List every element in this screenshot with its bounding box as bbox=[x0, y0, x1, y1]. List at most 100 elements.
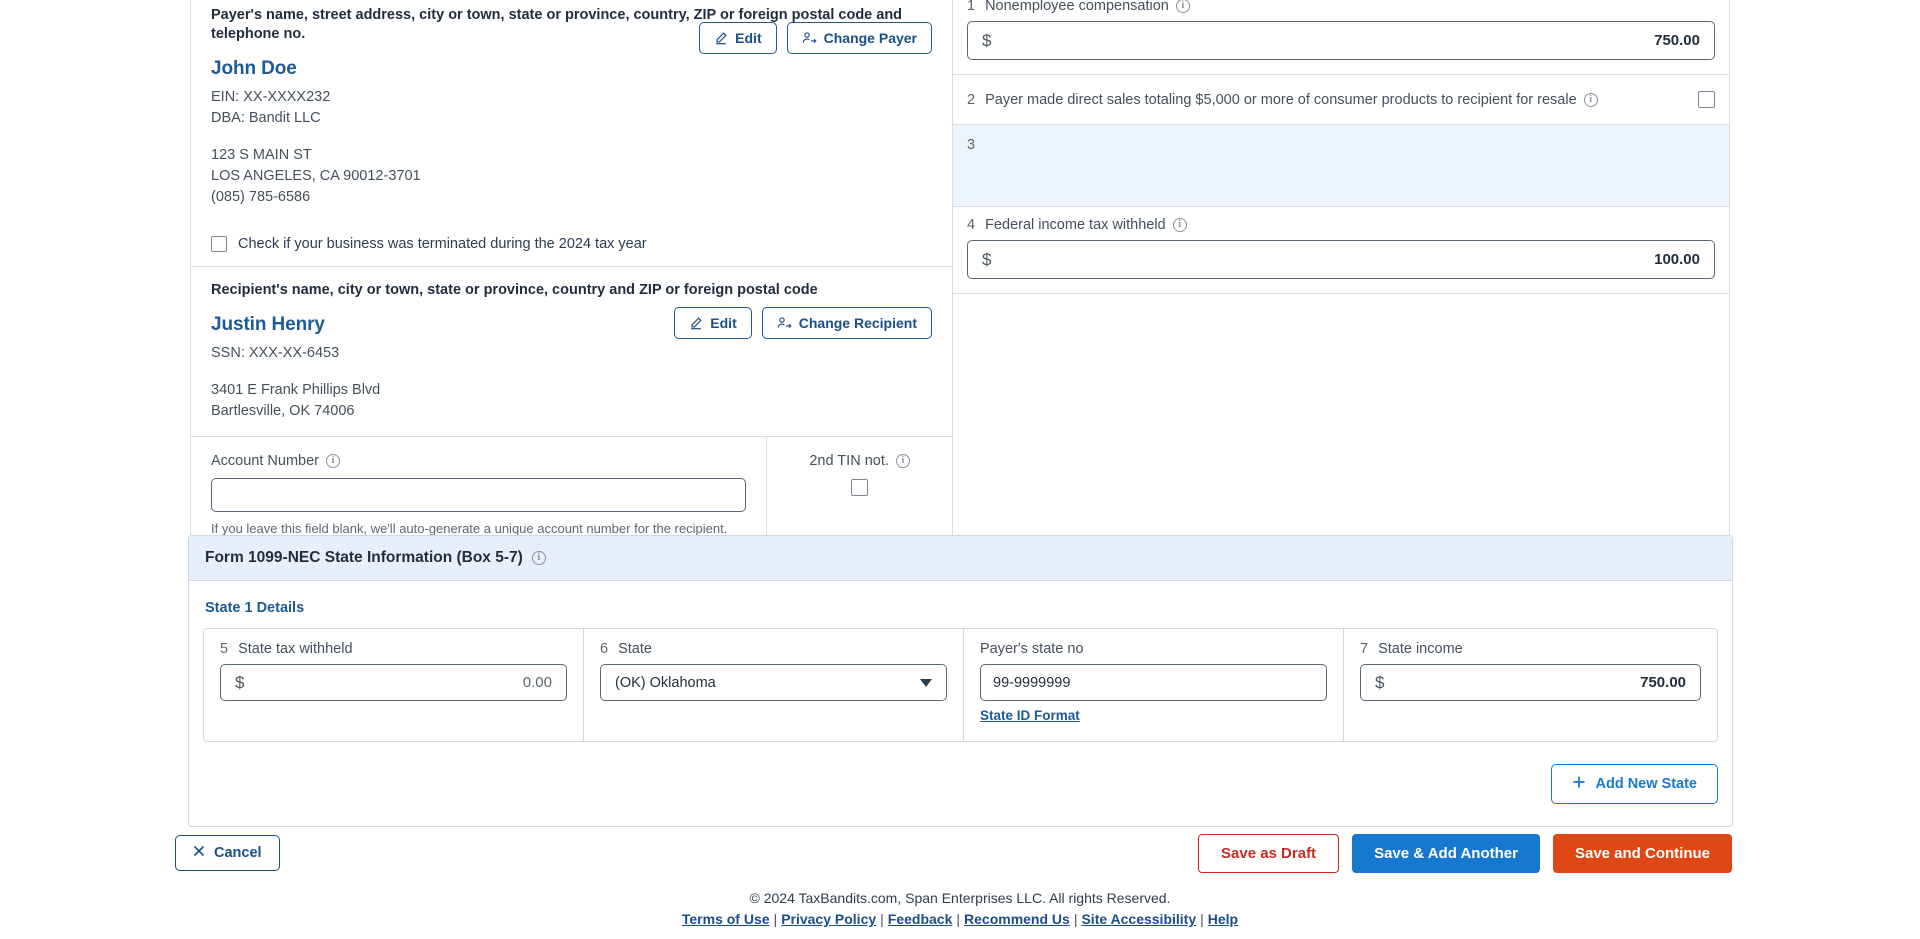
info-icon[interactable]: i bbox=[1583, 92, 1598, 107]
box5-input[interactable]: $ 0.00 bbox=[220, 664, 567, 701]
info-icon[interactable]: i bbox=[1175, 0, 1190, 13]
box3-block: 3 bbox=[953, 125, 1729, 207]
state-select[interactable]: (OK) Oklahoma bbox=[600, 664, 947, 701]
box6-label-row: 6 State bbox=[600, 641, 947, 657]
save-as-draft-button[interactable]: Save as Draft bbox=[1198, 834, 1340, 873]
footer-link-help[interactable]: Help bbox=[1208, 911, 1238, 927]
payer-actions: Edit Change Payer bbox=[699, 22, 932, 54]
second-tin-checkbox[interactable] bbox=[851, 478, 869, 496]
edit-recipient-label: Edit bbox=[710, 314, 737, 331]
payer-state-no-input[interactable] bbox=[980, 664, 1327, 701]
box7-label-row: 7 State income bbox=[1360, 641, 1701, 657]
footer-separator: | bbox=[956, 911, 961, 927]
pencil-icon bbox=[714, 31, 728, 45]
state-id-format-link[interactable]: State ID Format bbox=[980, 708, 1080, 723]
box7-number: 7 bbox=[1360, 641, 1369, 657]
account-number-hint: If you leave this field blank, we'll aut… bbox=[211, 520, 728, 536]
payer-recipient-column: Payer's name, street address, city or to… bbox=[191, 0, 953, 554]
state-information-title: Form 1099-NEC State Information (Box 5-7… bbox=[205, 549, 523, 566]
edit-payer-button[interactable]: Edit bbox=[699, 22, 777, 54]
amount-boxes-column: 1 Nonemployee compensation i $ 750.00 2 … bbox=[953, 0, 1729, 554]
payer-block: Payer's name, street address, city or to… bbox=[191, 0, 952, 267]
currency-symbol: $ bbox=[1375, 672, 1385, 692]
box2-label: Payer made direct sales totaling $5,000 … bbox=[985, 91, 1577, 108]
edit-payer-label: Edit bbox=[735, 30, 762, 46]
currency-symbol: $ bbox=[235, 672, 245, 692]
payer-state-no-label-row: Payer's state no bbox=[980, 641, 1327, 657]
state-information-body: State 1 Details 5 State tax withheld $ 0… bbox=[189, 581, 1732, 826]
currency-symbol: $ bbox=[982, 249, 992, 269]
footer-link-site-accessibility[interactable]: Site Accessibility bbox=[1081, 911, 1196, 927]
form-1099-nec-page: Payer's name, street address, city or to… bbox=[0, 0, 1920, 939]
footer-separator: | bbox=[880, 911, 884, 927]
footer-link-feedback[interactable]: Feedback bbox=[888, 911, 953, 927]
edit-recipient-button[interactable]: Edit bbox=[674, 306, 752, 339]
plus-icon bbox=[1572, 775, 1586, 793]
footer-separator: | bbox=[1073, 911, 1078, 927]
business-terminated-row[interactable]: Check if your business was terminated du… bbox=[211, 235, 932, 252]
change-recipient-button[interactable]: Change Recipient bbox=[761, 306, 932, 339]
save-and-continue-button[interactable]: Save and Continue bbox=[1552, 834, 1732, 873]
box6-label: State bbox=[618, 641, 652, 657]
box4-label-row: 4 Federal income tax withheld i bbox=[967, 217, 1715, 233]
change-payer-button[interactable]: Change Payer bbox=[786, 22, 932, 54]
box4-block: 4 Federal income tax withheld i $ 100.00 bbox=[953, 207, 1729, 294]
box1-label-row: 1 Nonemployee compensation i bbox=[967, 0, 1715, 14]
info-icon[interactable]: i bbox=[1172, 218, 1187, 232]
add-new-state-wrap: Add New State bbox=[203, 764, 1718, 804]
box2-checkbox[interactable] bbox=[1698, 91, 1715, 108]
recipient-address-line1: 3401 E Frank Phillips Blvd bbox=[211, 381, 381, 398]
chevron-down-icon bbox=[920, 678, 932, 687]
footer-link-recommend-us[interactable]: Recommend Us bbox=[964, 911, 1070, 927]
cancel-label: Cancel bbox=[214, 845, 262, 861]
box4-label: Federal income tax withheld bbox=[985, 217, 1166, 233]
footer-link-terms-of-use[interactable]: Terms of Use bbox=[682, 911, 770, 927]
primary-actions: Save as Draft Save & Add Another Save an… bbox=[1198, 834, 1732, 873]
box5-label: State tax withheld bbox=[238, 641, 353, 657]
second-tin-label-row: 2nd TIN not. i bbox=[787, 453, 932, 469]
box2-number: 2 bbox=[967, 91, 976, 108]
box5-number: 5 bbox=[220, 641, 229, 657]
account-number-input[interactable] bbox=[211, 477, 747, 512]
change-recipient-label: Change Recipient bbox=[798, 314, 917, 331]
second-tin-label: 2nd TIN not. bbox=[809, 452, 889, 469]
pencil-icon bbox=[689, 316, 703, 330]
state-information-header: Form 1099-NEC State Information (Box 5-7… bbox=[189, 536, 1732, 581]
box4-input[interactable]: $ 100.00 bbox=[967, 240, 1715, 279]
state-tax-withheld-cell: 5 State tax withheld $ 0.00 bbox=[204, 629, 584, 741]
info-icon[interactable]: i bbox=[326, 453, 340, 468]
payer-address-line1: 123 S MAIN ST bbox=[211, 146, 312, 163]
box7-label: State income bbox=[1378, 641, 1463, 657]
box5-label-row: 5 State tax withheld bbox=[220, 641, 567, 657]
user-switch-icon bbox=[802, 31, 817, 45]
box4-value: 100.00 bbox=[1654, 251, 1700, 268]
add-new-state-button[interactable]: Add New State bbox=[1551, 764, 1718, 804]
box2-label-row: 2 Payer made direct sales totaling $5,00… bbox=[967, 92, 1598, 108]
box7-value: 750.00 bbox=[1640, 674, 1687, 691]
box1-input[interactable]: $ 750.00 bbox=[967, 21, 1715, 60]
box-empty-filler bbox=[953, 294, 1729, 494]
currency-symbol: $ bbox=[982, 30, 992, 50]
cancel-button[interactable]: Cancel bbox=[175, 835, 280, 871]
account-number-label: Account Number bbox=[211, 452, 319, 469]
footer-link-privacy-policy[interactable]: Privacy Policy bbox=[781, 911, 876, 927]
box1-block: 1 Nonemployee compensation i $ 750.00 bbox=[953, 0, 1729, 75]
copyright-text: © 2024 TaxBandits.com, Span Enterprises … bbox=[749, 890, 1171, 906]
save-and-add-another-button[interactable]: Save & Add Another bbox=[1352, 834, 1540, 873]
add-new-state-label: Add New State bbox=[1595, 776, 1697, 792]
state-income-cell: 7 State income $ 750.00 bbox=[1344, 629, 1717, 741]
info-icon[interactable]: i bbox=[895, 453, 910, 468]
box5-value: 0.00 bbox=[522, 674, 552, 691]
box7-input[interactable]: $ 750.00 bbox=[1360, 664, 1702, 701]
recipient-ssn: SSN: XXX-XX-6453 bbox=[211, 344, 340, 361]
payer-state-no-label: Payer's state no bbox=[980, 641, 1084, 657]
state-information-card: Form 1099-NEC State Information (Box 5-7… bbox=[188, 535, 1733, 827]
payer-address-line2: LOS ANGELES, CA 90012-3701 bbox=[211, 167, 421, 184]
box4-number: 4 bbox=[967, 217, 976, 233]
business-terminated-checkbox[interactable] bbox=[211, 235, 227, 252]
info-icon[interactable]: i bbox=[531, 551, 546, 565]
close-icon bbox=[193, 845, 205, 861]
